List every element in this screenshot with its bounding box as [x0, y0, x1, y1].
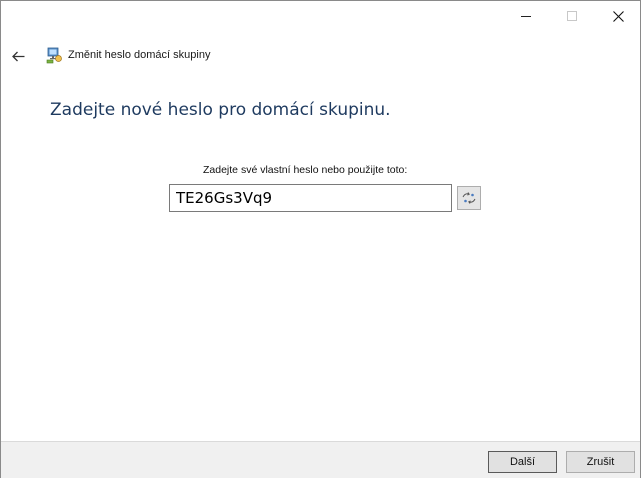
cancel-button[interactable]: Zrušit	[566, 451, 635, 473]
back-arrow-icon	[11, 51, 24, 61]
refresh-icon	[462, 192, 476, 204]
next-button[interactable]: Další	[488, 451, 557, 473]
close-button[interactable]	[595, 1, 641, 31]
password-label: Zadejte své vlastní heslo nebo použijte …	[203, 164, 408, 176]
close-icon	[612, 10, 624, 22]
homegroup-icon	[46, 47, 62, 64]
window-title: Změnit heslo domácí skupiny	[68, 49, 211, 61]
minimize-icon	[521, 15, 531, 17]
maximize-button[interactable]	[549, 1, 595, 31]
maximize-icon	[567, 11, 577, 21]
regenerate-password-button[interactable]	[457, 186, 481, 210]
back-button[interactable]	[9, 47, 27, 65]
minimize-button[interactable]	[503, 1, 549, 31]
password-input[interactable]	[169, 184, 452, 212]
footer-bar: Další Zrušit	[1, 441, 640, 478]
page-heading: Zadejte nové heslo pro domácí skupinu.	[50, 100, 391, 120]
homegroup-wizard-window: Změnit heslo domácí skupiny Zadejte nové…	[0, 0, 641, 478]
navigation-bar: Změnit heslo domácí skupiny	[1, 45, 640, 67]
title-bar	[1, 1, 640, 31]
